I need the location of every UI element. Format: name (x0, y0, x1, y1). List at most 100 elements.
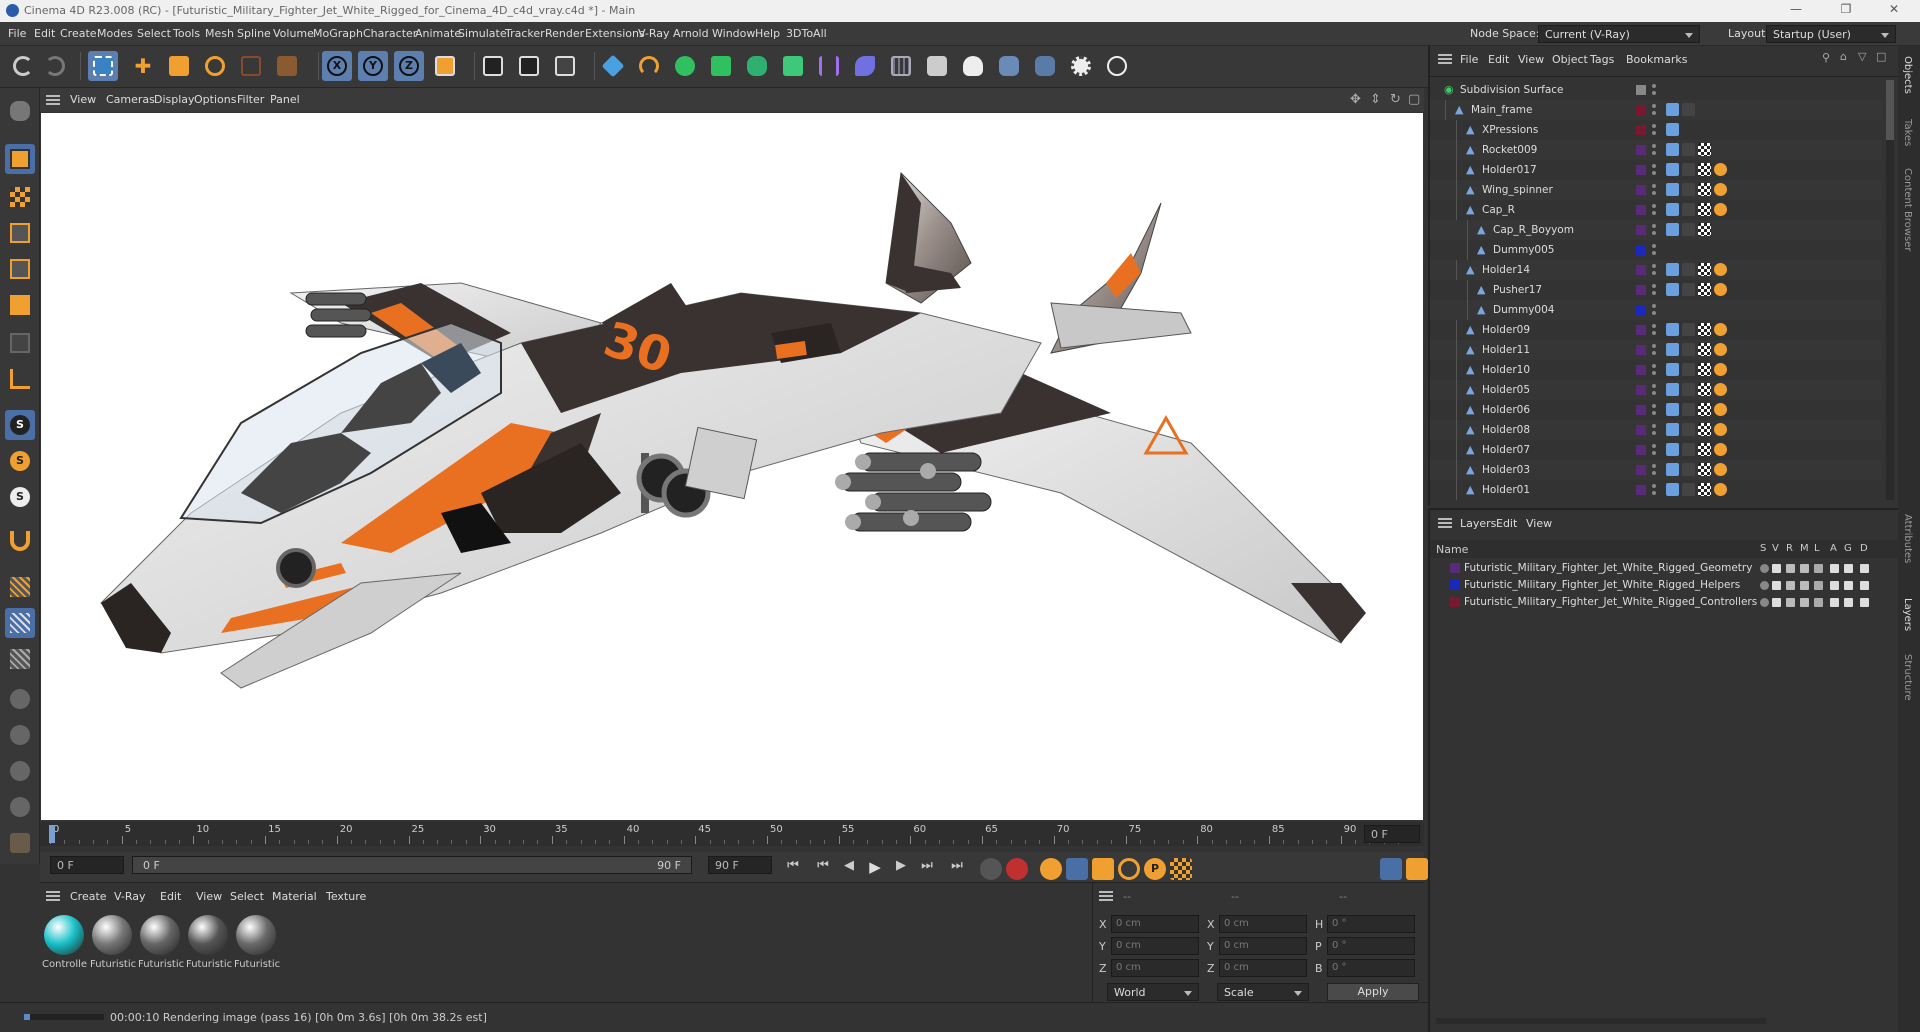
make-editable-button[interactable] (5, 96, 35, 126)
layer-color-swatch[interactable] (1636, 85, 1646, 95)
render-visibility-dot[interactable] (1652, 351, 1656, 355)
render-visibility-dot[interactable] (1652, 311, 1656, 315)
key-position-button[interactable] (1066, 858, 1088, 880)
render-visibility-dot[interactable] (1652, 411, 1656, 415)
object-tag-icon[interactable] (1698, 263, 1711, 276)
editor-visibility-dot[interactable] (1652, 184, 1656, 188)
object-name[interactable]: Pusher17 (1493, 284, 1542, 296)
snap-enable-button[interactable]: S (5, 482, 35, 512)
object-row[interactable]: ▲ Holder07 (1430, 440, 1882, 460)
viewport-menu-display[interactable]: Display (154, 93, 195, 106)
play-button[interactable]: ▶ (864, 858, 886, 880)
size-mode-dropdown[interactable]: Scale (1217, 983, 1309, 1001)
rotate-button[interactable] (200, 51, 230, 81)
object-row[interactable]: ▲ Main_frame (1430, 100, 1882, 120)
object-tag-icon[interactable] (1714, 323, 1727, 336)
key-param-button[interactable]: P (1144, 858, 1166, 880)
object-row[interactable]: ▲ Dummy005 (1430, 240, 1882, 260)
object-row[interactable]: ▲ Holder09 (1430, 320, 1882, 340)
timeline-playhead[interactable] (49, 825, 55, 843)
menu-modes[interactable]: Modes (97, 27, 133, 40)
layer-toggle-icon[interactable] (1786, 564, 1795, 573)
mograph-button[interactable] (778, 51, 808, 81)
render-visibility-dot[interactable] (1652, 391, 1656, 395)
layer-color-swatch[interactable] (1636, 265, 1646, 275)
menu-render[interactable]: Render (545, 27, 584, 40)
editor-visibility-dot[interactable] (1652, 464, 1656, 468)
layer-toggle-icon[interactable] (1860, 564, 1869, 573)
render-visibility-dot[interactable] (1652, 191, 1656, 195)
object-tag-icon[interactable] (1666, 363, 1679, 376)
object-tag-icon[interactable] (1666, 463, 1679, 476)
object-tag-icon[interactable] (1714, 483, 1727, 496)
layer-name[interactable]: Futuristic_Military_Fighter_Jet_White_Ri… (1464, 579, 1740, 591)
editor-visibility-dot[interactable] (1652, 344, 1656, 348)
object-tag-icon[interactable] (1682, 103, 1695, 116)
material-menu-edit[interactable]: Edit (160, 890, 181, 903)
object-tag-icon[interactable] (1666, 123, 1679, 136)
menu-character[interactable]: Character (363, 27, 417, 40)
current-frame-field[interactable]: 0 F (1364, 825, 1420, 843)
layer-row[interactable]: Futuristic_Military_Fighter_Jet_White_Ri… (1430, 560, 1890, 577)
end-frame-field[interactable]: 90 F (708, 856, 772, 874)
material-item[interactable]: Futuristic (186, 913, 232, 975)
record-keys-button[interactable] (980, 858, 1002, 880)
objects-menu-file[interactable]: File (1460, 53, 1478, 66)
object-tag-icon[interactable] (1682, 463, 1695, 476)
menu-mesh[interactable]: Mesh (205, 27, 234, 40)
subdivision-surface-button[interactable] (670, 51, 700, 81)
object-tag-icon[interactable] (1682, 263, 1695, 276)
object-name[interactable]: Cap_R (1482, 204, 1515, 216)
editor-visibility-dot[interactable] (1652, 304, 1656, 308)
layer-toggle-icon[interactable] (1800, 564, 1809, 573)
object-tag-icon[interactable] (1682, 163, 1695, 176)
menu-tracker[interactable]: Tracker (505, 27, 545, 40)
redo-button[interactable] (40, 51, 70, 81)
locked-workplane-button[interactable] (5, 644, 35, 674)
object-name[interactable]: Holder09 (1482, 324, 1530, 336)
cube-button[interactable] (598, 51, 628, 81)
layer-color-swatch[interactable] (1450, 580, 1460, 590)
layer-color-swatch[interactable] (1636, 485, 1646, 495)
menu-volume[interactable]: Volume (273, 27, 314, 40)
editor-visibility-dot[interactable] (1652, 104, 1656, 108)
side-tab-content-browser[interactable]: Content Browser (1902, 168, 1913, 251)
object-tag-icon[interactable] (1682, 403, 1695, 416)
layer-toggle-icon[interactable] (1860, 581, 1869, 590)
object-tag-icon[interactable] (1666, 343, 1679, 356)
coord-value-field[interactable]: 0 cm (1219, 937, 1307, 955)
object-tag-icon[interactable] (1682, 323, 1695, 336)
menu-spline[interactable]: Spline (237, 27, 271, 40)
layer-color-swatch[interactable] (1450, 563, 1460, 573)
object-row[interactable]: ▲ Holder06 (1430, 400, 1882, 420)
object-tag-icon[interactable] (1682, 483, 1695, 496)
objects-scrollbar[interactable] (1886, 80, 1894, 500)
object-row[interactable]: ▲ Wing_spinner (1430, 180, 1882, 200)
object-tag-icon[interactable] (1714, 343, 1727, 356)
layer-color-swatch[interactable] (1636, 465, 1646, 475)
viewport-hamburger-icon[interactable] (46, 95, 60, 105)
layer-color-swatch[interactable] (1636, 425, 1646, 435)
menu-help[interactable]: Help (755, 27, 780, 40)
layers-menu-edit[interactable]: Edit (1496, 517, 1517, 530)
editor-visibility-dot[interactable] (1652, 144, 1656, 148)
render-visibility-dot[interactable] (1652, 371, 1656, 375)
object-tag-icon[interactable] (1698, 143, 1711, 156)
object-tag-icon[interactable] (1698, 383, 1711, 396)
sculpt-brush-icon[interactable] (5, 684, 35, 714)
layer-toggle-icon[interactable] (1844, 564, 1853, 573)
workplane-button[interactable] (5, 364, 35, 394)
layer-toggle-icon[interactable] (1800, 581, 1809, 590)
object-name[interactable]: Holder10 (1482, 364, 1530, 376)
object-name[interactable]: Cap_R_Boyyom (1493, 224, 1574, 236)
object-tag-icon[interactable] (1698, 163, 1711, 176)
side-tab-objects[interactable]: Objects (1902, 56, 1913, 94)
object-name[interactable]: Holder05 (1482, 384, 1530, 396)
next-frame-button[interactable]: ▶ (890, 858, 912, 880)
editor-visibility-dot[interactable] (1652, 244, 1656, 248)
object-tag-icon[interactable] (1698, 463, 1711, 476)
menu-select[interactable]: Select (137, 27, 171, 40)
render-visibility-dot[interactable] (1652, 251, 1656, 255)
layer-toggle-icon[interactable] (1844, 598, 1853, 607)
coordinates-hamburger-icon[interactable] (1099, 891, 1113, 901)
